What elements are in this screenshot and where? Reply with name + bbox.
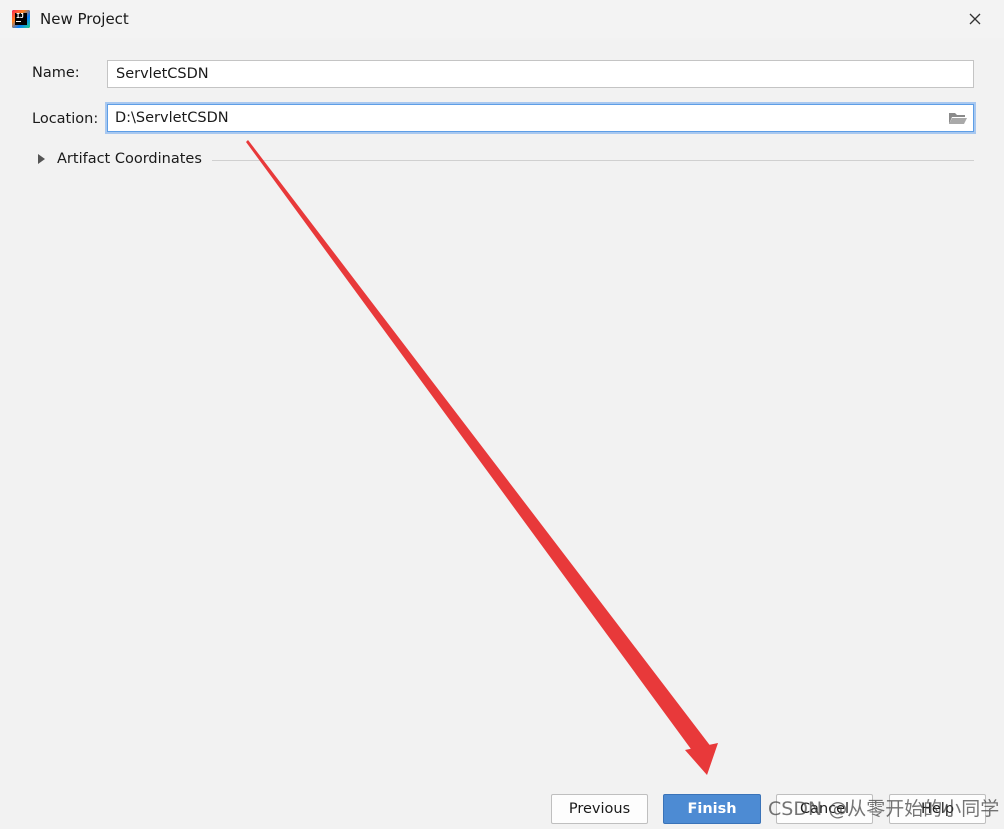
name-field[interactable]: ServletCSDN — [107, 60, 974, 88]
previous-button[interactable]: Previous — [551, 794, 648, 824]
dialog-title: New Project — [40, 10, 129, 28]
artifact-coordinates-label: Artifact Coordinates — [57, 151, 202, 167]
location-field-value: D:\ServletCSDN — [115, 110, 229, 126]
finish-button[interactable]: Finish — [663, 794, 761, 824]
location-field[interactable]: D:\ServletCSDN — [105, 102, 976, 134]
help-button[interactable]: Help — [889, 794, 986, 824]
section-divider — [212, 160, 974, 161]
close-icon — [969, 13, 981, 25]
new-project-dialog: IJ New Project Name: ServletCSDN Locatio… — [0, 0, 1004, 829]
focus-ring — [107, 104, 974, 132]
title-bar: IJ New Project — [0, 0, 1004, 38]
cancel-button[interactable]: Cancel — [776, 794, 873, 824]
intellij-idea-icon: IJ — [12, 10, 30, 28]
chevron-right-icon — [38, 154, 45, 164]
name-field-value: ServletCSDN — [116, 66, 209, 82]
close-button[interactable] — [958, 4, 992, 34]
location-label: Location: — [32, 111, 99, 127]
name-label: Name: — [32, 65, 80, 81]
folder-icon[interactable] — [948, 110, 968, 126]
